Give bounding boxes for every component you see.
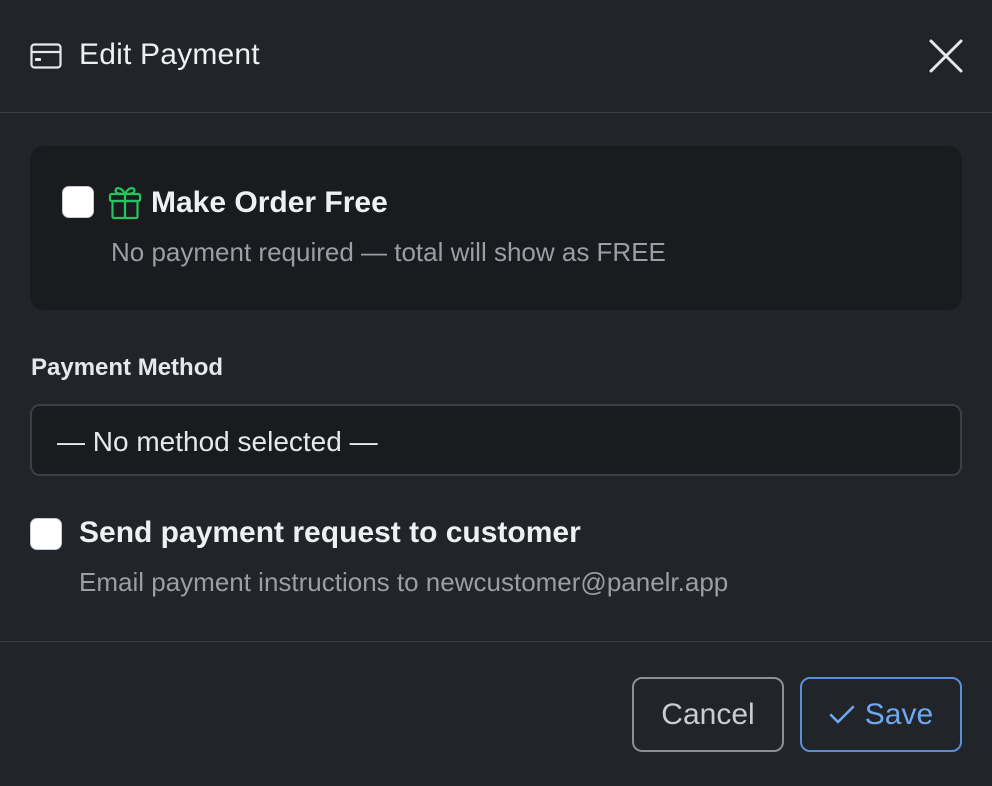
close-icon[interactable]	[926, 36, 966, 76]
make-order-free-label[interactable]: Make Order Free	[151, 186, 388, 220]
edit-payment-dialog: Edit Payment Make Order Free No payment …	[0, 0, 992, 786]
dialog-title: Edit Payment	[79, 38, 260, 71]
credit-card-icon	[30, 43, 62, 69]
cancel-button-label: Cancel	[661, 697, 755, 731]
send-request-hint: Email payment instructions to newcustome…	[79, 567, 729, 597]
save-button-label: Save	[864, 697, 934, 731]
send-request-checkbox[interactable]	[30, 518, 62, 550]
save-button[interactable]: Save	[800, 677, 962, 752]
make-order-free-panel: Make Order Free No payment required — to…	[30, 146, 962, 310]
make-order-free-hint: No payment required — total will show as…	[111, 237, 666, 267]
send-request-label[interactable]: Send payment request to customer	[79, 516, 581, 550]
payment-method-label: Payment Method	[31, 354, 224, 381]
cancel-button[interactable]: Cancel	[632, 677, 784, 752]
checkmark-icon	[829, 705, 855, 723]
make-order-free-checkbox[interactable]	[62, 186, 94, 218]
gift-icon	[108, 187, 142, 220]
payment-method-value: — No method selected —	[57, 426, 378, 457]
dialog-header: Edit Payment	[0, 0, 992, 113]
dialog-footer: Cancel Save	[0, 641, 992, 786]
payment-method-select[interactable]: — No method selected —	[30, 404, 962, 476]
